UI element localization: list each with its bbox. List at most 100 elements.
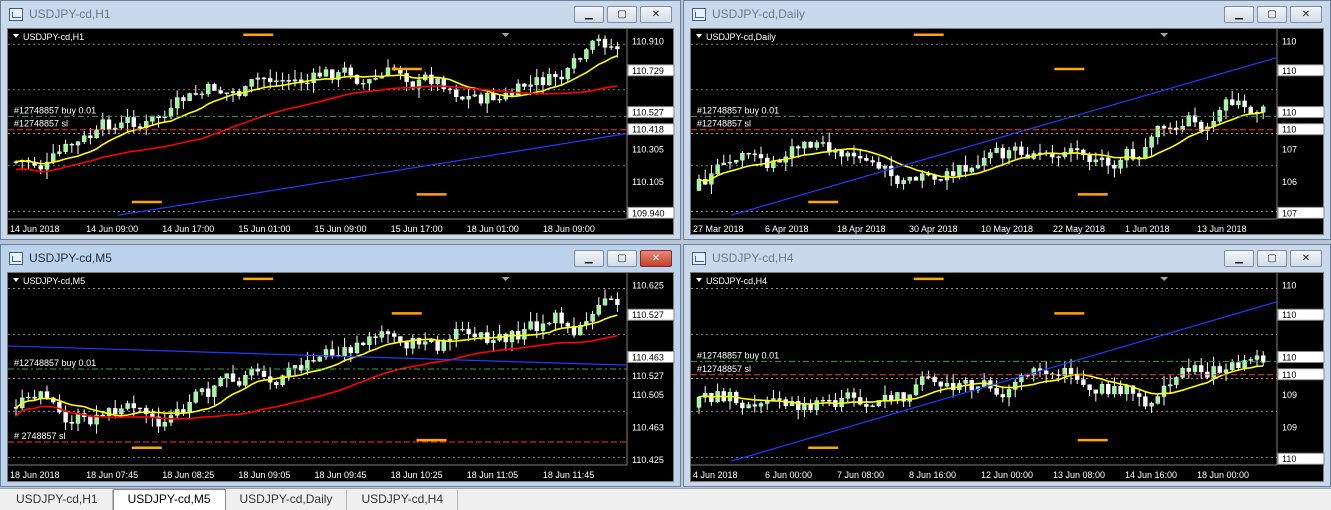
candle-body	[1068, 148, 1074, 153]
candle-body	[454, 89, 459, 98]
close-button[interactable]: ✕	[640, 6, 672, 23]
time-axis-label: 14 Jun 17:00	[162, 224, 214, 234]
candle-body	[1087, 154, 1092, 163]
time-axis-label: 14 Jun 09:00	[86, 224, 138, 234]
candle-body	[845, 392, 851, 399]
candle-body	[578, 58, 583, 60]
candle-body	[982, 157, 987, 166]
candle-body	[367, 79, 372, 84]
minimize-button[interactable]: ▁	[574, 250, 604, 267]
candle-body	[1149, 136, 1154, 148]
price-axis-label: 110	[1282, 36, 1296, 46]
tab-usdjpy-m5[interactable]: USDJPY-cd,M5	[112, 489, 226, 510]
price-chart[interactable]: USDJPY-cd,M5 #12748857 buy 0.01 # 2748857 …	[7, 272, 675, 482]
price-tag-label: 110.527	[632, 310, 664, 320]
candle-body	[348, 67, 353, 76]
candle-body	[919, 173, 925, 181]
maximize-button[interactable]: ▢	[1257, 250, 1287, 267]
close-button[interactable]: ✕	[1290, 6, 1322, 23]
candle-body	[1161, 125, 1167, 129]
candle-body	[88, 416, 93, 425]
candle-body	[559, 76, 564, 80]
candle-body	[895, 175, 900, 184]
window-titlebar[interactable]: USDJPY-cd,Daily ▁ ▢ ✕	[684, 1, 1330, 27]
chart-window-h4[interactable]: USDJPY-cd,H4 ▁ ▢ ✕ USDJPY-cd,H4 #12748857…	[683, 244, 1331, 487]
candle-body	[888, 165, 894, 177]
price-axis-label: 110.305	[632, 145, 664, 155]
candle-body	[528, 84, 533, 87]
candle-body	[429, 74, 434, 85]
time-axis-label: 6 Jun 00:00	[765, 470, 812, 480]
time-axis-label: 27 Mar 2018	[693, 224, 744, 234]
chart-window-daily[interactable]: USDJPY-cd,Daily ▁ ▢ ✕ USDJPY-cd,Daily #12…	[683, 0, 1331, 240]
window-titlebar[interactable]: USDJPY-cd,M5 ▁ ▢ ✕	[1, 245, 680, 271]
price-chart[interactable]: USDJPY-cd,H4 #12748857 buy 0.01 #12748857 …	[690, 272, 1325, 482]
candle-body	[1118, 386, 1123, 395]
maximize-button[interactable]: ▢	[607, 250, 637, 267]
candle-body	[174, 409, 180, 416]
tab-usdjpy-h1[interactable]: USDJPY-cd,H1	[2, 490, 113, 510]
price-tag-label: 109.940	[632, 208, 665, 218]
candle-body	[596, 38, 601, 42]
candle-body	[404, 341, 409, 349]
minimize-button[interactable]: ▁	[1224, 6, 1254, 23]
candle-body	[26, 396, 31, 399]
chart-window-h1[interactable]: USDJPY-cd,H1 ▁ ▢ ✕ USDJPY-cd,H1 #12748857…	[0, 0, 681, 240]
candle-body	[187, 93, 192, 101]
candle-body	[485, 93, 490, 104]
candle-body	[1112, 164, 1117, 169]
chart-window-m5[interactable]: USDJPY-cd,M5 ▁ ▢ ✕ USDJPY-cd,M5 #12748857…	[0, 244, 681, 487]
price-chart[interactable]: USDJPY-cd,H1 #12748857 buy 0.01 #12748857 …	[7, 28, 675, 235]
candle-body	[373, 336, 378, 338]
candle-body	[789, 146, 795, 157]
ma-fast-line	[15, 314, 618, 417]
chart-menu-triangle-icon	[696, 34, 702, 38]
candle-body	[361, 82, 366, 85]
tab-usdjpy-daily[interactable]: USDJPY-cd,Daily	[226, 490, 348, 510]
candle-body	[311, 72, 316, 84]
close-button[interactable]: ✕	[1290, 250, 1322, 267]
candle-body	[820, 399, 826, 402]
candle-body	[758, 154, 764, 159]
price-tag-label: 110	[1282, 370, 1296, 380]
price-tag-label: 110	[1282, 125, 1296, 135]
window-titlebar[interactable]: USDJPY-cd,H4 ▁ ▢ ✕	[684, 245, 1330, 271]
candle-body	[249, 368, 254, 376]
chart-symbol-label: USDJPY-cd,H4	[706, 276, 767, 286]
minimize-button[interactable]: ▁	[574, 6, 604, 23]
price-chart[interactable]: USDJPY-cd,Daily #12748857 buy 0.01 #127488…	[690, 28, 1325, 235]
candle-body	[963, 164, 968, 172]
tab-usdjpy-h4[interactable]: USDJPY-cd,H4	[347, 490, 459, 510]
maximize-button[interactable]: ▢	[1257, 6, 1287, 23]
candle-body	[305, 82, 310, 85]
candle-body	[1248, 106, 1253, 114]
chart-symbol-label: USDJPY-cd,Daily	[706, 32, 776, 42]
candle-body	[777, 398, 782, 400]
close-button[interactable]: ✕	[640, 250, 672, 267]
shift-marker-icon	[1160, 277, 1169, 281]
candle-body	[478, 332, 484, 337]
window-titlebar[interactable]: USDJPY-cd,H1 ▁ ▢ ✕	[1, 1, 680, 27]
candle-body	[212, 84, 217, 91]
candle-body	[553, 74, 558, 78]
candle-body	[926, 376, 931, 378]
candle-body	[609, 46, 614, 48]
candle-body	[429, 339, 434, 343]
candle-body	[1199, 365, 1204, 373]
candle-body	[218, 90, 223, 94]
candle-body	[913, 176, 919, 181]
trendline	[117, 132, 628, 216]
maximize-button[interactable]: ▢	[607, 6, 637, 23]
candle-body	[497, 98, 502, 101]
candle-body	[69, 143, 74, 146]
minimize-button[interactable]: ▁	[1224, 250, 1254, 267]
candle-body	[802, 141, 807, 149]
candle-body	[63, 411, 68, 423]
time-axis-label: 18 Jun 08:25	[162, 470, 214, 480]
candle-body	[522, 83, 527, 87]
price-axis-label: 107	[1282, 145, 1297, 155]
candle-body	[932, 376, 937, 383]
candle-body	[373, 78, 378, 80]
ma-fast-line	[698, 111, 1264, 183]
candle-body	[596, 305, 601, 315]
